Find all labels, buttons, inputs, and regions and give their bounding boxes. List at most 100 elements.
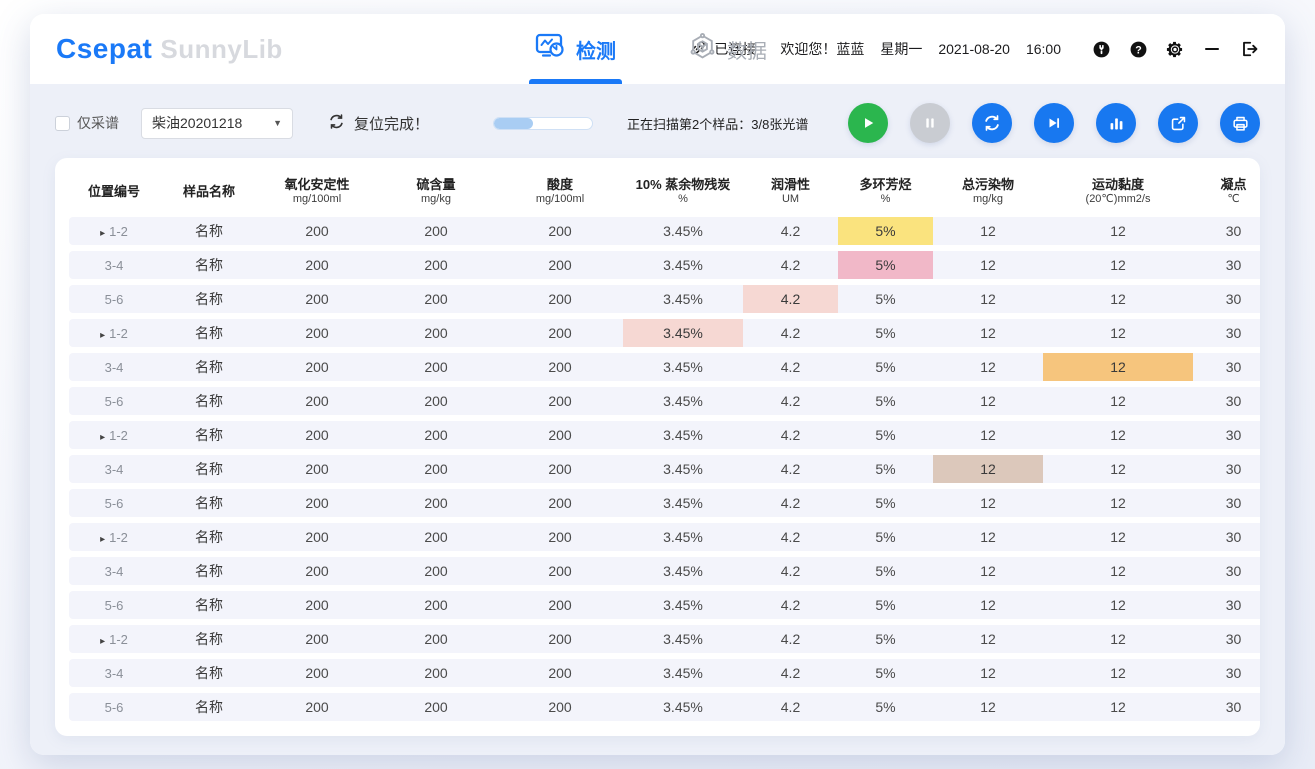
position-cell: 5-6 [69, 285, 159, 313]
value-cell: 12 [933, 421, 1043, 449]
value-cell: 3.45% [623, 421, 743, 449]
table-row[interactable]: 3-4名称2002002003.45%4.25%121230 [69, 557, 1260, 585]
value-cell: 30 [1193, 557, 1260, 585]
value-cell: 200 [259, 387, 375, 415]
value-cell: 12 [933, 625, 1043, 653]
spectra-only-checkbox[interactable] [55, 116, 70, 131]
value-cell: 4.2 [743, 659, 838, 687]
value-cell: 12 [1043, 285, 1193, 313]
value-cell: 12 [1043, 251, 1193, 279]
value-cell: 5% [838, 251, 933, 279]
tab-detection[interactable]: 检测 [535, 14, 616, 84]
start-button[interactable] [848, 103, 888, 143]
expand-arrow-icon[interactable]: ▸ [100, 432, 105, 443]
table-row[interactable]: ▸1-2名称2002002003.45%4.25%121230 [69, 523, 1260, 551]
value-cell: 12 [933, 693, 1043, 721]
exit-icon[interactable] [1239, 39, 1259, 59]
value-cell: 200 [259, 285, 375, 313]
value-cell: 200 [375, 523, 497, 551]
position-cell: 3-4 [69, 557, 159, 585]
value-cell: 3.45% [623, 353, 743, 381]
table-row[interactable]: 5-6名称2002002003.45%4.25%121230 [69, 489, 1260, 517]
tab-detection-label: 检测 [576, 35, 616, 64]
value-cell: 12 [933, 251, 1043, 279]
skip-next-button[interactable] [1034, 103, 1074, 143]
value-cell: 30 [1193, 591, 1260, 619]
value-cell: 200 [375, 489, 497, 517]
value-cell: 200 [375, 217, 497, 245]
value-cell: 12 [933, 489, 1043, 517]
value-cell: 5% [838, 489, 933, 517]
value-cell: 30 [1193, 217, 1260, 245]
position-cell: ▸1-2 [69, 625, 159, 653]
table-row[interactable]: ▸1-2名称2002002003.45%4.25%121230 [69, 625, 1260, 653]
value-cell: 4.2 [743, 557, 838, 585]
value-cell: 12 [933, 557, 1043, 585]
value-cell: 30 [1193, 387, 1260, 415]
help-icon[interactable]: ? [1128, 39, 1148, 59]
spectra-only-checkbox-wrap[interactable]: 仅采谱 [55, 113, 119, 133]
sample-select[interactable]: 柴油20201218 ▼ [141, 108, 293, 139]
reset-refresh-icon[interactable] [327, 112, 346, 135]
export-button[interactable] [1158, 103, 1198, 143]
value-cell: 12 [1043, 659, 1193, 687]
table-row[interactable]: 5-6名称2002002003.45%4.25%121230 [69, 693, 1260, 721]
table-row[interactable]: 5-6名称2002002003.45%4.25%121230 [69, 285, 1260, 313]
value-cell: 200 [259, 557, 375, 585]
expand-arrow-icon[interactable]: ▸ [100, 534, 105, 545]
table-row[interactable]: 5-6名称2002002003.45%4.25%121230 [69, 591, 1260, 619]
value-cell: 200 [259, 625, 375, 653]
value-cell: 12 [1043, 523, 1193, 551]
table-row[interactable]: 3-4名称2002002003.45%4.25%121230 [69, 455, 1260, 483]
skip-next-icon [1045, 114, 1063, 132]
print-button[interactable] [1220, 103, 1260, 143]
spectra-only-label: 仅采谱 [77, 113, 119, 133]
tool-icon[interactable] [1091, 39, 1111, 59]
table-row[interactable]: ▸1-2名称2002002003.45%4.25%121230 [69, 217, 1260, 245]
sample-name-cell: 名称 [159, 421, 259, 449]
expand-arrow-icon[interactable]: ▸ [100, 228, 105, 239]
value-cell: 3.45% [623, 591, 743, 619]
value-cell: 3.45% [623, 557, 743, 585]
value-cell: 30 [1193, 319, 1260, 347]
table-row[interactable]: ▸1-2名称2002002003.45%4.25%121230 [69, 421, 1260, 449]
value-cell: 5% [838, 353, 933, 381]
minimize-icon[interactable] [1202, 39, 1222, 59]
value-cell: 3.45% [623, 659, 743, 687]
value-cell: 200 [375, 319, 497, 347]
expand-arrow-icon[interactable]: ▸ [100, 636, 105, 647]
export-icon [1169, 114, 1188, 133]
sample-name-cell: 名称 [159, 625, 259, 653]
gear-icon[interactable] [1165, 39, 1185, 59]
sample-name-cell: 名称 [159, 489, 259, 517]
value-cell: 200 [259, 251, 375, 279]
table-row[interactable]: 3-4名称2002002003.45%4.25%121230 [69, 659, 1260, 687]
refresh-icon [982, 113, 1002, 133]
pause-button[interactable] [910, 103, 950, 143]
value-cell: 30 [1193, 421, 1260, 449]
value-cell: 200 [375, 625, 497, 653]
tab-data[interactable]: 数据 [688, 14, 767, 84]
value-cell: 3.45% [623, 693, 743, 721]
refresh-button[interactable] [972, 103, 1012, 143]
value-cell: 200 [375, 455, 497, 483]
value-cell: 200 [375, 387, 497, 415]
date-text: 2021-08-20 [938, 41, 1010, 57]
value-cell: 30 [1193, 353, 1260, 381]
reset-status-wrap: 复位完成！ [327, 112, 429, 135]
chart-button[interactable] [1096, 103, 1136, 143]
value-cell: 12 [1043, 591, 1193, 619]
table-row[interactable]: 3-4名称2002002003.45%4.25%121230 [69, 353, 1260, 381]
value-cell: 12 [1043, 455, 1193, 483]
value-cell: 5% [838, 319, 933, 347]
monitor-gauge-icon [535, 32, 566, 67]
value-cell: 200 [259, 693, 375, 721]
value-cell: 4.2 [743, 591, 838, 619]
value-cell: 3.45% [623, 319, 743, 347]
table-row[interactable]: 5-6名称2002002003.45%4.25%121230 [69, 387, 1260, 415]
table-row[interactable]: 3-4名称2002002003.45%4.25%121230 [69, 251, 1260, 279]
value-cell: 30 [1193, 285, 1260, 313]
position-cell: 5-6 [69, 489, 159, 517]
table-row[interactable]: ▸1-2名称2002002003.45%4.25%121230 [69, 319, 1260, 347]
expand-arrow-icon[interactable]: ▸ [100, 330, 105, 341]
